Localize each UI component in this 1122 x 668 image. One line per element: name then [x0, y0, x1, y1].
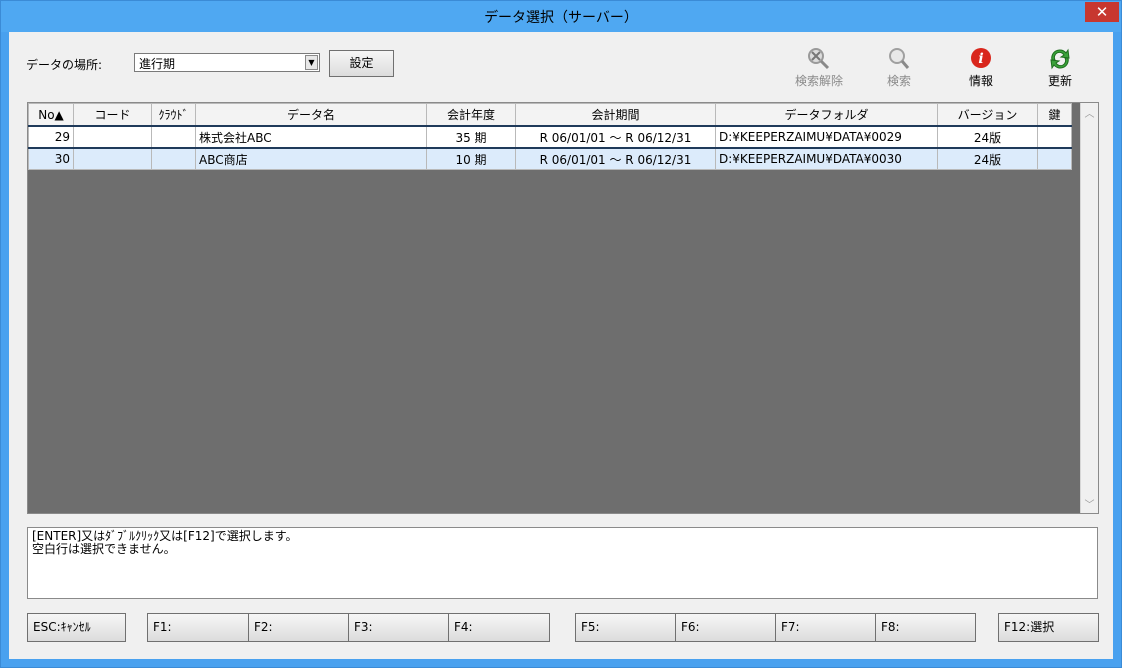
cell-version: 24版: [937, 147, 1038, 170]
title-bar[interactable]: データ選択（サーバー） ✕: [1, 1, 1121, 32]
info-icon: i: [971, 48, 991, 68]
location-select-value: 進行期: [139, 57, 176, 71]
message-box: [ENTER]又はﾀﾞﾌﾞﾙｸﾘｯｸ又は[F12]で選択します。 空白行は選択で…: [27, 527, 1098, 599]
cell-cloud: [151, 147, 196, 170]
col-header-data-folder[interactable]: データフォルダ: [715, 103, 938, 127]
col-header-code[interactable]: コード: [73, 103, 152, 127]
cell-data-name: 株式会社ABC: [195, 125, 427, 149]
cell-no: 29: [28, 125, 74, 149]
cell-version: 24版: [937, 125, 1038, 149]
cell-key: [1037, 125, 1072, 149]
col-header-key[interactable]: 鍵: [1037, 103, 1072, 127]
close-button[interactable]: ✕: [1085, 2, 1119, 22]
search-clear-label: 検索解除: [794, 74, 843, 88]
vertical-scrollbar[interactable]: ︿ ﹀: [1080, 103, 1098, 513]
chevron-down-icon[interactable]: ▼: [305, 55, 318, 70]
client-area: データの場所: 進行期 ▼ 設定 検索解除 検索 i 情報 更新 No▲ コード…: [9, 32, 1113, 659]
col-header-data-name[interactable]: データ名: [195, 103, 427, 127]
col-header-version[interactable]: バージョン: [937, 103, 1038, 127]
info-button[interactable]: i 情報: [951, 46, 1011, 89]
app-window: データ選択（サーバー） ✕ データの場所: 進行期 ▼ 設定 検索解除 検索 i…: [0, 0, 1122, 668]
table-header-row: No▲ コード ｸﾗｳﾄﾞ データ名 会計年度 会計期間 データフォルダ バージ…: [28, 103, 1072, 127]
col-header-cloud[interactable]: ｸﾗｳﾄﾞ: [151, 103, 196, 127]
refresh-button[interactable]: 更新: [1030, 46, 1090, 89]
search-icon: [889, 48, 910, 69]
data-grid[interactable]: No▲ コード ｸﾗｳﾄﾞ データ名 会計年度 会計期間 データフォルダ バージ…: [27, 102, 1099, 514]
refresh-label: 更新: [1047, 74, 1072, 88]
cell-fiscal-period: R 06/01/01 ～ R 06/12/31: [515, 147, 716, 170]
info-label: 情報: [968, 74, 993, 88]
cell-data-folder: D:¥KEEPERZAIMU¥DATA¥0029: [715, 125, 938, 149]
cell-code: [73, 147, 152, 170]
scroll-down-icon[interactable]: ﹀: [1081, 496, 1098, 511]
f1-button[interactable]: F1:: [147, 613, 249, 642]
window-title: データ選択（サーバー）: [484, 10, 638, 26]
data-table: No▲ コード ｸﾗｳﾄﾞ データ名 会計年度 会計期間 データフォルダ バージ…: [28, 103, 1072, 170]
f4-button[interactable]: F4:: [448, 613, 550, 642]
search-clear-icon: [808, 48, 830, 70]
scroll-up-icon[interactable]: ︿: [1081, 105, 1098, 120]
cell-cloud: [151, 125, 196, 149]
message-line-1: [ENTER]又はﾀﾞﾌﾞﾙｸﾘｯｸ又は[F12]で選択します。: [32, 529, 298, 543]
message-line-2: 空白行は選択できません。: [32, 542, 176, 556]
cell-code: [73, 125, 152, 149]
cell-no: 30: [28, 147, 74, 170]
cell-fiscal-period: R 06/01/01 ～ R 06/12/31: [515, 125, 716, 149]
cell-data-name: ABC商店: [195, 147, 427, 170]
search-clear-button[interactable]: 検索解除: [789, 46, 849, 89]
cell-key: [1037, 147, 1072, 170]
col-header-fiscal-year[interactable]: 会計年度: [426, 103, 516, 127]
f3-button[interactable]: F3:: [348, 613, 449, 642]
col-header-fiscal-period[interactable]: 会計期間: [515, 103, 716, 127]
f2-button[interactable]: F2:: [248, 613, 349, 642]
location-label: データの場所:: [26, 58, 103, 72]
f7-button[interactable]: F7:: [775, 613, 876, 642]
esc-cancel-button[interactable]: ESC:ｷｬﾝｾﾙ: [27, 613, 126, 642]
table-row[interactable]: 29 株式会社ABC 35 期 R 06/01/01 ～ R 06/12/31 …: [28, 125, 1072, 149]
f12-select-button[interactable]: F12:選択: [998, 613, 1099, 642]
search-button[interactable]: 検索: [869, 46, 929, 89]
refresh-icon: [1050, 48, 1070, 70]
location-select[interactable]: 進行期 ▼: [134, 53, 320, 72]
set-button[interactable]: 設定: [329, 50, 394, 77]
cell-fiscal-year: 35 期: [426, 125, 516, 149]
f6-button[interactable]: F6:: [675, 613, 776, 642]
cell-fiscal-year: 10 期: [426, 147, 516, 170]
search-label: 検索: [886, 74, 911, 88]
f5-button[interactable]: F5:: [575, 613, 676, 642]
f8-button[interactable]: F8:: [875, 613, 976, 642]
cell-data-folder: D:¥KEEPERZAIMU¥DATA¥0030: [715, 147, 938, 170]
table-row[interactable]: 30 ABC商店 10 期 R 06/01/01 ～ R 06/12/31 D:…: [28, 147, 1072, 170]
col-header-no[interactable]: No▲: [28, 103, 74, 127]
svg-text:i: i: [978, 51, 983, 67]
